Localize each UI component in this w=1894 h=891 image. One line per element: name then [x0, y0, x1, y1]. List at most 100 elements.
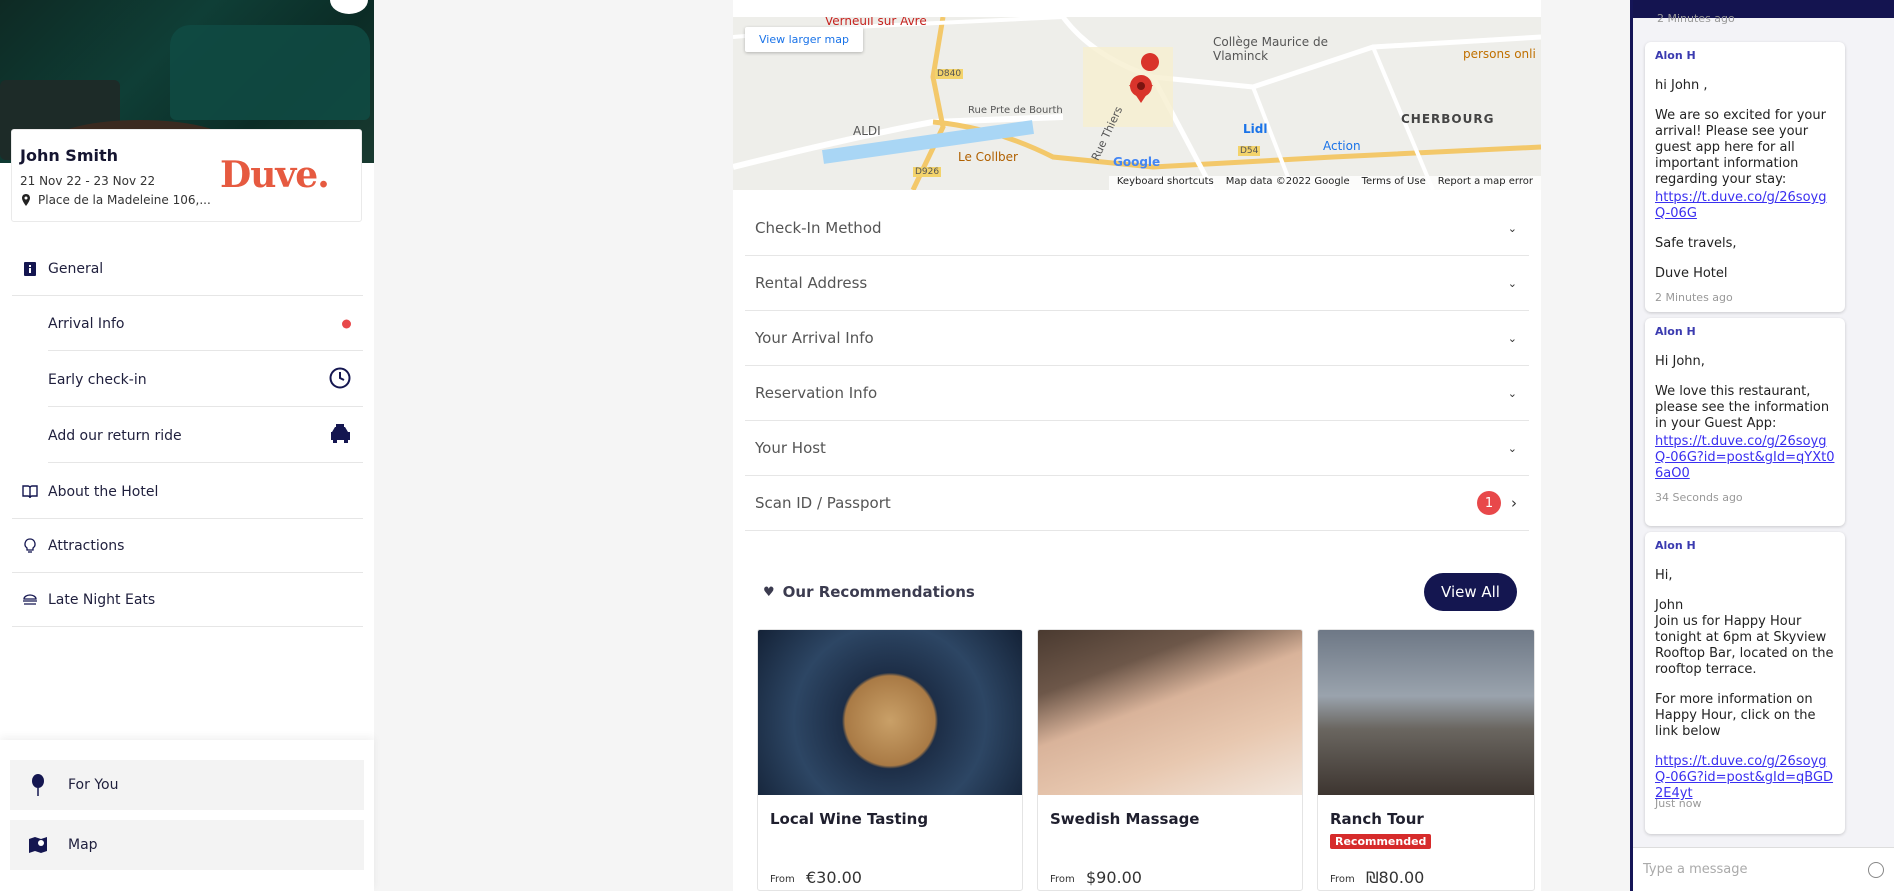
balloon-icon [27, 774, 49, 796]
nav-attractions[interactable]: Attractions [12, 519, 363, 573]
accordion-label: Rental Address [755, 274, 868, 292]
guest-profile-card: John Smith 21 Nov 22 - 23 Nov 22 Place d… [11, 129, 362, 222]
map-icon [27, 834, 49, 856]
nav-late-night-eats[interactable]: Late Night Eats [12, 573, 363, 627]
nav-attractions-label: Attractions [48, 537, 125, 554]
scan-id-passport-row[interactable]: Scan ID / Passport 1 › [745, 476, 1529, 531]
ranch-tour-image [1318, 630, 1534, 795]
scan-count-badge: 1 [1477, 491, 1501, 515]
nav-early-checkin-label: Early check-in [48, 371, 147, 388]
accordion-label: Check-In Method [755, 219, 882, 237]
bottom-nav: For You Map [0, 740, 374, 891]
message-input-placeholder: Type a message [1643, 862, 1748, 877]
guest-name: John Smith [20, 146, 119, 165]
message-text: We love this restaurant, please see the … [1655, 384, 1830, 431]
duve-logo: Duve. [220, 154, 330, 196]
recommendations-title: Our Recommendations [782, 583, 975, 601]
emoji-icon[interactable] [1868, 862, 1884, 878]
message-text: Safe travels, [1655, 236, 1737, 251]
card-title: Ranch Tour [1330, 810, 1424, 828]
accordion-rental-address[interactable]: Rental Address ⌄ [745, 256, 1529, 311]
message-text: We are so excited for your arrival! Plea… [1655, 108, 1826, 187]
accordion-label: Your Host [755, 439, 826, 457]
taxi-icon [329, 423, 351, 448]
recommendation-card[interactable]: Ranch Tour Recommended From ₪80.00 [1317, 629, 1535, 891]
chevron-down-icon: ⌄ [1507, 221, 1517, 235]
accordion-label: Your Arrival Info [755, 329, 874, 347]
message-text: Hi, [1655, 568, 1673, 583]
nav-arrival-info-label: Arrival Info [48, 315, 125, 332]
chevron-down-icon: ⌄ [1507, 441, 1517, 455]
message-input[interactable]: Type a message [1633, 847, 1894, 891]
bottom-nav-map[interactable]: Map [10, 820, 364, 870]
price-prefix: From [770, 874, 795, 885]
message-text: John Join us for Happy Hour tonight at 6… [1655, 598, 1834, 677]
map-label: D54 [1238, 146, 1261, 156]
nav-general[interactable]: General [12, 242, 363, 296]
happy-hour-link[interactable]: https://t.duve.co/g/26soygQ-06G?id=post&… [1655, 754, 1833, 801]
massage-image [1038, 630, 1302, 795]
map-label: Action [1323, 139, 1361, 153]
map-label: Collège Maurice de Vlaminck [1213, 35, 1328, 63]
map-label: CHERBOURG [1401, 112, 1495, 126]
message-timestamp: 34 Seconds ago [1655, 491, 1743, 504]
nav-return-ride[interactable]: Add our return ride [48, 409, 363, 463]
nav-late-night-eats-label: Late Night Eats [48, 591, 156, 608]
view-larger-map-link[interactable]: View larger map [745, 27, 863, 52]
property-address: Place de la Madeleine 106,... [38, 193, 211, 207]
chevron-down-icon: ⌄ [1507, 386, 1517, 400]
map-label: Lidl [1243, 122, 1268, 136]
info-icon [22, 261, 38, 277]
chat-message: Alon H hi John , We are so excited for y… [1645, 42, 1845, 312]
notification-dot [342, 319, 351, 328]
nav-early-checkin[interactable]: Early check-in [48, 353, 363, 407]
recommended-badge: Recommended [1330, 834, 1432, 849]
recommendation-card[interactable]: Swedish Massage From $90.00 [1037, 629, 1303, 891]
google-logo: Google [1113, 155, 1161, 169]
restaurant-link[interactable]: https://t.duve.co/g/26soygQ-06G?id=post&… [1655, 434, 1834, 481]
message-text: hi John , [1655, 78, 1708, 93]
heart-icon: ♥ [763, 584, 775, 600]
message-text: For more information on Happy Hour, clic… [1655, 692, 1816, 739]
guest-sidebar: John Smith 21 Nov 22 - 23 Nov 22 Place d… [0, 0, 374, 891]
bottom-nav-for-you[interactable]: For You [10, 760, 364, 810]
terms-of-use-link[interactable]: Terms of Use [1362, 176, 1426, 190]
chevron-down-icon: ⌄ [1507, 331, 1517, 345]
map-label: Le Collber [958, 150, 1018, 164]
price-prefix: From [1050, 874, 1075, 885]
chat-message: Alon H Hi, John Join us for Happy Hour t… [1645, 532, 1845, 834]
map-label: Verneuil sur Avre [825, 17, 927, 28]
nav-about-hotel[interactable]: About the Hotel [12, 465, 363, 519]
message-sender: Alon H [1655, 325, 1696, 338]
message-timestamp: 2 Minutes ago [1657, 12, 1735, 25]
card-title: Local Wine Tasting [770, 810, 929, 828]
accordion-label: Reservation Info [755, 384, 878, 402]
map-label: Rue Prte de Bourth [968, 105, 1063, 116]
wine-tasting-image [758, 630, 1022, 795]
message-sender: Alon H [1655, 539, 1696, 552]
nav-about-hotel-label: About the Hotel [48, 483, 159, 500]
accordion-your-host[interactable]: Your Host ⌄ [745, 421, 1529, 476]
chat-panel: 2 Minutes ago Alon H hi John , We are so… [1630, 0, 1894, 891]
embedded-map[interactable]: View larger map Verneuil sur Avre Collèg… [733, 17, 1541, 190]
keyboard-shortcuts-link[interactable]: Keyboard shortcuts [1117, 176, 1214, 190]
message-text: Duve Hotel [1655, 266, 1728, 281]
location-pin-icon [22, 194, 30, 206]
nav-arrival-info[interactable]: Arrival Info [48, 297, 363, 351]
recommendations-header: ♥ Our Recommendations [763, 583, 975, 601]
accordion-arrival-info[interactable]: Your Arrival Info ⌄ [745, 311, 1529, 366]
lightbulb-icon [22, 537, 38, 554]
recommendation-card[interactable]: Local Wine Tasting From €30.00 [757, 629, 1023, 891]
card-price: $90.00 [1086, 868, 1142, 887]
accordion-checkin-method[interactable]: Check-In Method ⌄ [745, 201, 1529, 256]
nav-return-ride-label: Add our return ride [48, 427, 182, 444]
clock-icon [329, 367, 351, 393]
chat-message: Alon H Hi John, We love this restaurant,… [1645, 318, 1845, 526]
language-icon[interactable] [330, 0, 368, 14]
price-prefix: From [1330, 874, 1355, 885]
guest-app-link[interactable]: https://t.duve.co/g/26soygQ-06G [1655, 190, 1826, 221]
view-all-button[interactable]: View All [1424, 573, 1517, 611]
report-map-error-link[interactable]: Report a map error [1438, 176, 1533, 190]
accordion-reservation-info[interactable]: Reservation Info ⌄ [745, 366, 1529, 421]
book-icon [22, 484, 38, 500]
